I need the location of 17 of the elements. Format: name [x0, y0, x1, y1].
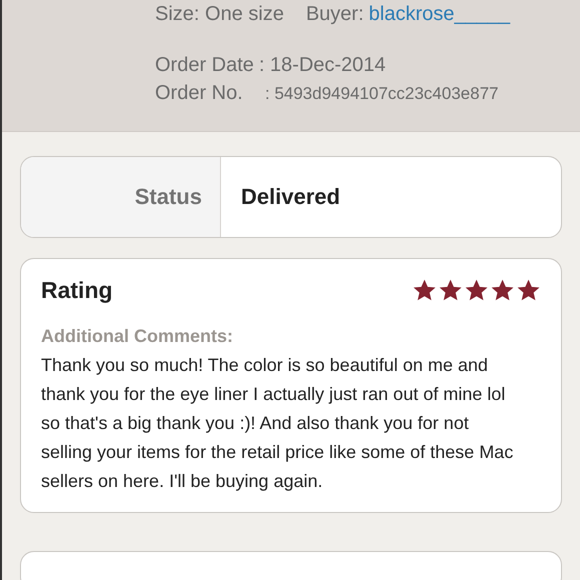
order-number: : 5493d9494107cc23c403e877	[265, 84, 498, 103]
size-text: Size: One size	[155, 3, 284, 25]
order-date: : 18-Dec-2014	[258, 54, 386, 76]
buyer-link[interactable]: blackrose_____	[368, 3, 510, 25]
star-icon	[464, 278, 489, 303]
rating-title: Rating	[41, 277, 113, 304]
status-label: Status	[21, 157, 221, 237]
buyer-label: Buyer:	[306, 3, 364, 25]
comments-label: Additional Comments:	[41, 326, 234, 347]
order-number-label: Order No.	[155, 81, 244, 106]
star-icon	[438, 278, 463, 303]
star-icon	[516, 278, 541, 303]
comments-text: Thank you so much! The color is so beautiful on me and thank you for the eye liner I actually just ran out of mine lol so that's a big thank you :)! And also thank you for not selling your items for the retail price like some of these Mac sellers on here. I'll be buying again.	[41, 354, 514, 493]
status-value: Delivered	[240, 183, 340, 211]
star-icon	[490, 278, 515, 303]
star-icon	[412, 278, 437, 303]
order-date-label: Order Date	[155, 53, 254, 78]
